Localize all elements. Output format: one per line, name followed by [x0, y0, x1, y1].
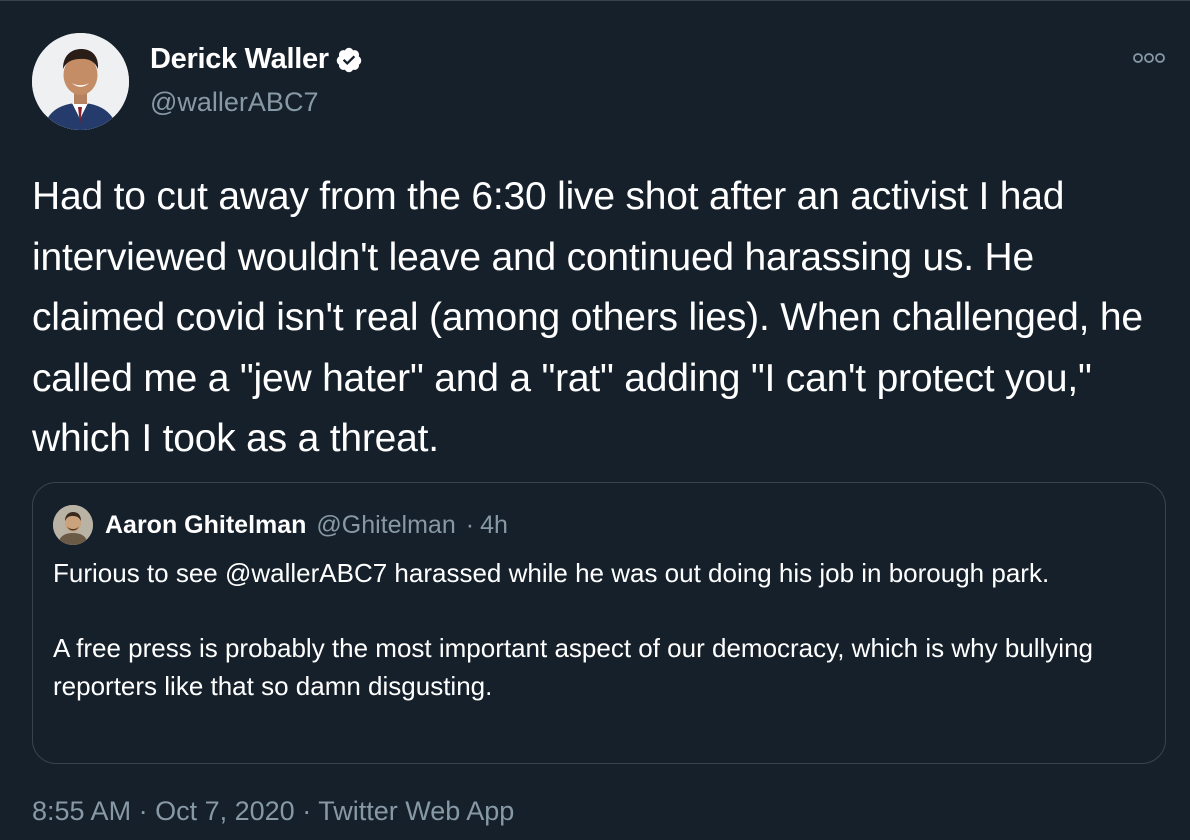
profile-photo-icon — [53, 505, 93, 545]
author-avatar[interactable] — [32, 33, 129, 130]
tweet-text: Had to cut away from the 6:30 live shot … — [32, 175, 1143, 460]
verified-badge-icon — [336, 47, 362, 72]
tweet-footer: 8:55 AM · Oct 7, 2020 · Twitter Web App — [32, 796, 514, 827]
quoted-tweet-header: Aaron Ghitelman @Ghitelman · 4h — [53, 505, 508, 545]
footer-separator: · — [302, 796, 312, 826]
quoted-author-handle[interactable]: @Ghitelman — [316, 511, 455, 540]
tweet-date[interactable]: Oct 7, 2020 — [155, 796, 295, 826]
quoted-tweet-text: Furious to see @wallerABC7 harassed whil… — [53, 555, 1153, 705]
quoted-paragraph-1: Furious to see @wallerABC7 harassed whil… — [53, 558, 1050, 588]
tweet-time[interactable]: 8:55 AM — [32, 796, 131, 826]
tweet-source[interactable]: Twitter Web App — [318, 796, 514, 826]
footer-separator: · — [138, 796, 148, 826]
profile-photo-icon — [32, 33, 129, 130]
quoted-tweet-age[interactable]: 4h — [480, 511, 508, 540]
quoted-tweet[interactable]: Aaron Ghitelman @Ghitelman · 4h Furious … — [32, 482, 1166, 764]
quoted-author-name[interactable]: Aaron Ghitelman — [105, 511, 306, 540]
tweet-card: Derick Waller @wallerABC7 Had to cut awa… — [0, 0, 1190, 840]
author-name-row[interactable]: Derick Waller — [150, 43, 363, 76]
quoted-paragraph-2: A free press is probably the most import… — [53, 633, 1093, 701]
quoted-meta-separator: · — [465, 510, 475, 539]
more-options-icon[interactable] — [1132, 51, 1166, 65]
author-handle[interactable]: @wallerABC7 — [150, 87, 318, 118]
quoted-author-avatar[interactable] — [53, 505, 93, 545]
author-display-name[interactable]: Derick Waller — [150, 43, 329, 76]
